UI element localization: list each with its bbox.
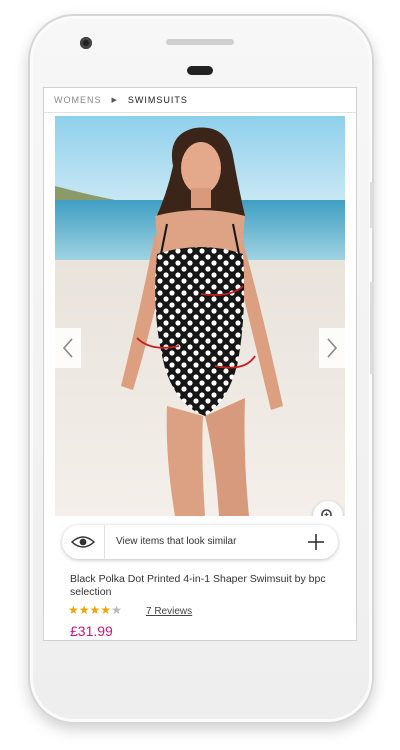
product-image[interactable]	[55, 116, 345, 516]
star-icon: ★	[78, 603, 90, 617]
zoom-in-icon	[321, 509, 332, 516]
reviews-link[interactable]: 7 Reviews	[146, 606, 192, 617]
breadcrumb: WOMENS ▶ SWIMSUITS	[44, 88, 356, 113]
phone-screen: WOMENS ▶ SWIMSUITS View items that look …	[43, 87, 357, 641]
view-similar-bar[interactable]: View items that look similar	[62, 525, 338, 559]
rating-stars: ★★★★★	[68, 603, 122, 617]
star-half-icon: ★	[111, 603, 122, 617]
star-icon: ★	[68, 603, 79, 617]
breadcrumb-swimsuits[interactable]: SWIMSUITS	[128, 95, 188, 105]
view-similar-label: View items that look similar	[116, 536, 237, 547]
eye-icon	[71, 536, 95, 548]
earpiece-speaker	[166, 39, 234, 45]
product-title: Black Polka Dot Printed 4-in-1 Shaper Sw…	[70, 573, 326, 598]
phone-volume-button	[370, 282, 374, 374]
chevron-right-icon	[327, 338, 338, 358]
previous-image-button[interactable]	[55, 328, 81, 368]
star-icon: ★	[100, 603, 112, 617]
breadcrumb-separator-icon: ▶	[111, 97, 118, 104]
proximity-sensor	[187, 66, 213, 75]
chevron-left-icon	[62, 338, 73, 358]
plus-icon[interactable]	[306, 532, 326, 552]
breadcrumb-womens[interactable]: WOMENS	[54, 95, 102, 105]
phone-power-button	[370, 182, 374, 228]
front-camera	[80, 37, 92, 49]
product-price: £31.99	[70, 623, 113, 639]
star-icon: ★	[89, 603, 101, 617]
next-image-button[interactable]	[319, 328, 345, 368]
eye-icon-container	[62, 525, 105, 559]
product-photo-illustration	[55, 116, 345, 516]
